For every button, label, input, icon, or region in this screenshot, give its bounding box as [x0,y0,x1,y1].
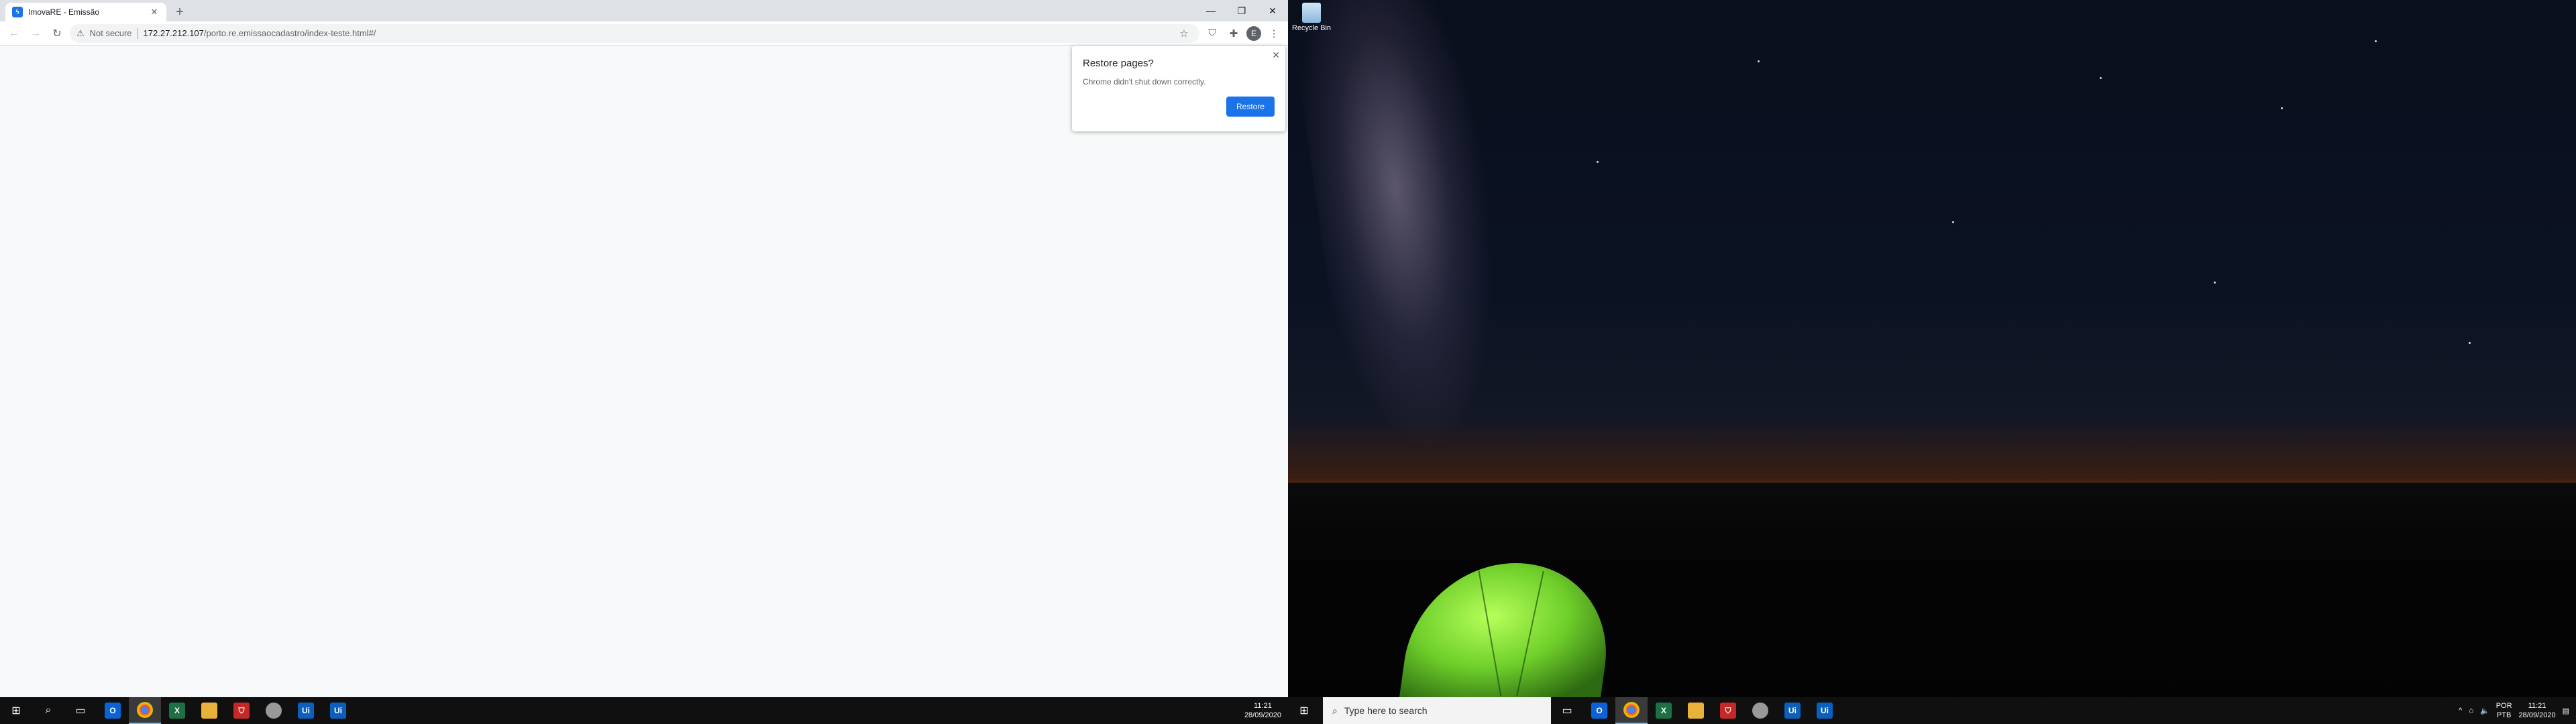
right-date: 28/09/2020 [2518,711,2556,719]
outlook-app-icon[interactable]: O [97,697,129,724]
address-bar[interactable]: ⚠ Not secure 172.27.212.107/porto.re.emi… [70,23,1199,43]
tab-close-icon[interactable]: ✕ [149,7,160,17]
url-text[interactable]: 172.27.212.107/porto.re.emissaocadastro/… [144,28,1170,38]
volume-icon[interactable]: 🔈 [2480,707,2489,715]
right-monitor: ⊞ ⌕ Type here to search ▭ O X ⛉ Ui Ui ^ … [1288,0,2576,724]
uipath-studio-icon[interactable]: Ui [1776,697,1809,724]
new-tab-button[interactable]: + [170,3,189,21]
outlook-app-icon[interactable]: O [1583,697,1615,724]
chrome-app-icon[interactable] [1615,697,1648,724]
start-windows-icon[interactable]: ⊞ [1288,697,1320,724]
bookmark-star-icon[interactable]: ☆ [1175,25,1193,42]
browser-toolbar: ← → ↻ ⚠ Not secure 172.27.212.107/porto.… [0,21,1288,46]
lang-line1: POR [2496,702,2512,710]
recycle-bin-desktop-icon[interactable]: Recycle Bin [1291,3,1332,32]
left-monitor: ϟ ImovaRE - Emissão ✕ + — ❐ ✕ ← → ↻ ⚠ No… [0,0,1288,724]
menu-kebab-icon[interactable]: ⋮ [1265,25,1283,42]
notification-icon[interactable]: ▤ [2563,707,2569,715]
dialog-close-icon[interactable]: ✕ [1272,50,1280,61]
minimize-button[interactable]: — [1195,0,1226,21]
uipath-robot-icon[interactable]: Ui [1809,697,1841,724]
chrome-app-icon[interactable] [129,697,161,724]
search-icon: ⌕ [1332,705,1338,716]
right-clock[interactable]: 11:21 28/09/2020 [2519,701,2556,720]
language-indicator[interactable]: POR PTB [2496,701,2512,720]
star [2100,77,2102,79]
profile-avatar[interactable]: E [1246,25,1261,41]
restore-pages-dialog: ✕ Restore pages? Chrome didn't shut down… [1072,46,1285,131]
recycle-bin-icon [1302,3,1321,23]
back-button[interactable]: ← [5,25,23,42]
taskbar-left: ⊞ ⌕ ▭ O X ⛉ Ui Ui 11:21 28/09/2020 [0,697,1288,724]
shield-extension-icon[interactable]: ⛉ [1203,25,1221,42]
taskbar-search-box[interactable]: ⌕ Type here to search [1323,697,1551,724]
uipath-studio-icon[interactable]: Ui [290,697,322,724]
dialog-title: Restore pages? [1083,58,1154,69]
file-explorer-icon[interactable] [193,697,225,724]
security-label[interactable]: Not secure [90,28,132,38]
excel-app-icon[interactable]: X [161,697,193,724]
recycle-bin-label: Recycle Bin [1291,24,1332,32]
url-host: 172.27.212.107 [143,28,204,38]
uipath-robot-icon[interactable]: Ui [322,697,354,724]
network-icon[interactable]: ⌂ [2469,707,2473,715]
left-clock[interactable]: 11:21 28/09/2020 [1244,701,1281,720]
search-placeholder: Type here to search [1344,705,1428,716]
excel-app-icon[interactable]: X [1648,697,1680,724]
url-path: /porto.re.emissaocadastro/index-teste.ht… [203,28,376,38]
chevron-up-icon[interactable]: ^ [2459,707,2462,715]
left-time: 11:21 [1254,702,1272,710]
star [2375,40,2377,42]
left-date: 28/09/2020 [1244,711,1281,719]
warning-icon[interactable]: ⚠ [76,28,85,39]
left-tray: 11:21 28/09/2020 [1244,697,1288,724]
lang-line2: PTB [2496,711,2512,719]
mountain-silhouette [1288,483,2576,543]
right-time: 11:21 [2528,702,2546,710]
search-icon[interactable]: ⌕ [32,697,64,724]
star [2214,282,2216,284]
tab-title: ImovaRE - Emissão [28,7,100,17]
right-tray: ^ ⌂ 🔈 POR PTB 11:21 28/09/2020 ▤ [2459,697,2576,724]
shield-app-icon[interactable]: ⛉ [1712,697,1744,724]
milky-way [1288,0,1638,505]
restore-button[interactable]: Restore [1226,97,1275,117]
disk-app-icon[interactable] [1744,697,1776,724]
star [2281,107,2283,109]
forward-button[interactable]: → [27,25,44,42]
window-controls: — ❐ ✕ [1195,0,1288,21]
site-favicon-icon: ϟ [12,7,23,17]
tab-strip: ϟ ImovaRE - Emissão ✕ + — ❐ ✕ [0,0,1288,21]
start-windows-icon[interactable]: ⊞ [0,697,32,724]
star [2469,342,2471,344]
star [1597,161,1599,163]
task-view-icon[interactable]: ▭ [1551,697,1583,724]
extensions-puzzle-icon[interactable]: ✚ [1225,25,1242,42]
file-explorer-icon[interactable] [1680,697,1712,724]
task-view-icon[interactable]: ▭ [64,697,97,724]
browser-tab[interactable]: ϟ ImovaRE - Emissão ✕ [5,3,166,21]
taskbar-right: ⊞ ⌕ Type here to search ▭ O X ⛉ Ui Ui ^ … [1288,697,2576,724]
restore-window-button[interactable]: ❐ [1226,0,1257,21]
close-window-button[interactable]: ✕ [1257,0,1288,21]
shield-app-icon[interactable]: ⛉ [225,697,258,724]
green-tent [1399,563,1620,697]
reload-button[interactable]: ↻ [48,25,66,42]
disk-app-icon[interactable] [258,697,290,724]
star [1758,60,1760,62]
dialog-message: Chrome didn't shut down correctly. [1083,77,1206,86]
page-content [0,46,1288,697]
star [1952,221,1954,223]
